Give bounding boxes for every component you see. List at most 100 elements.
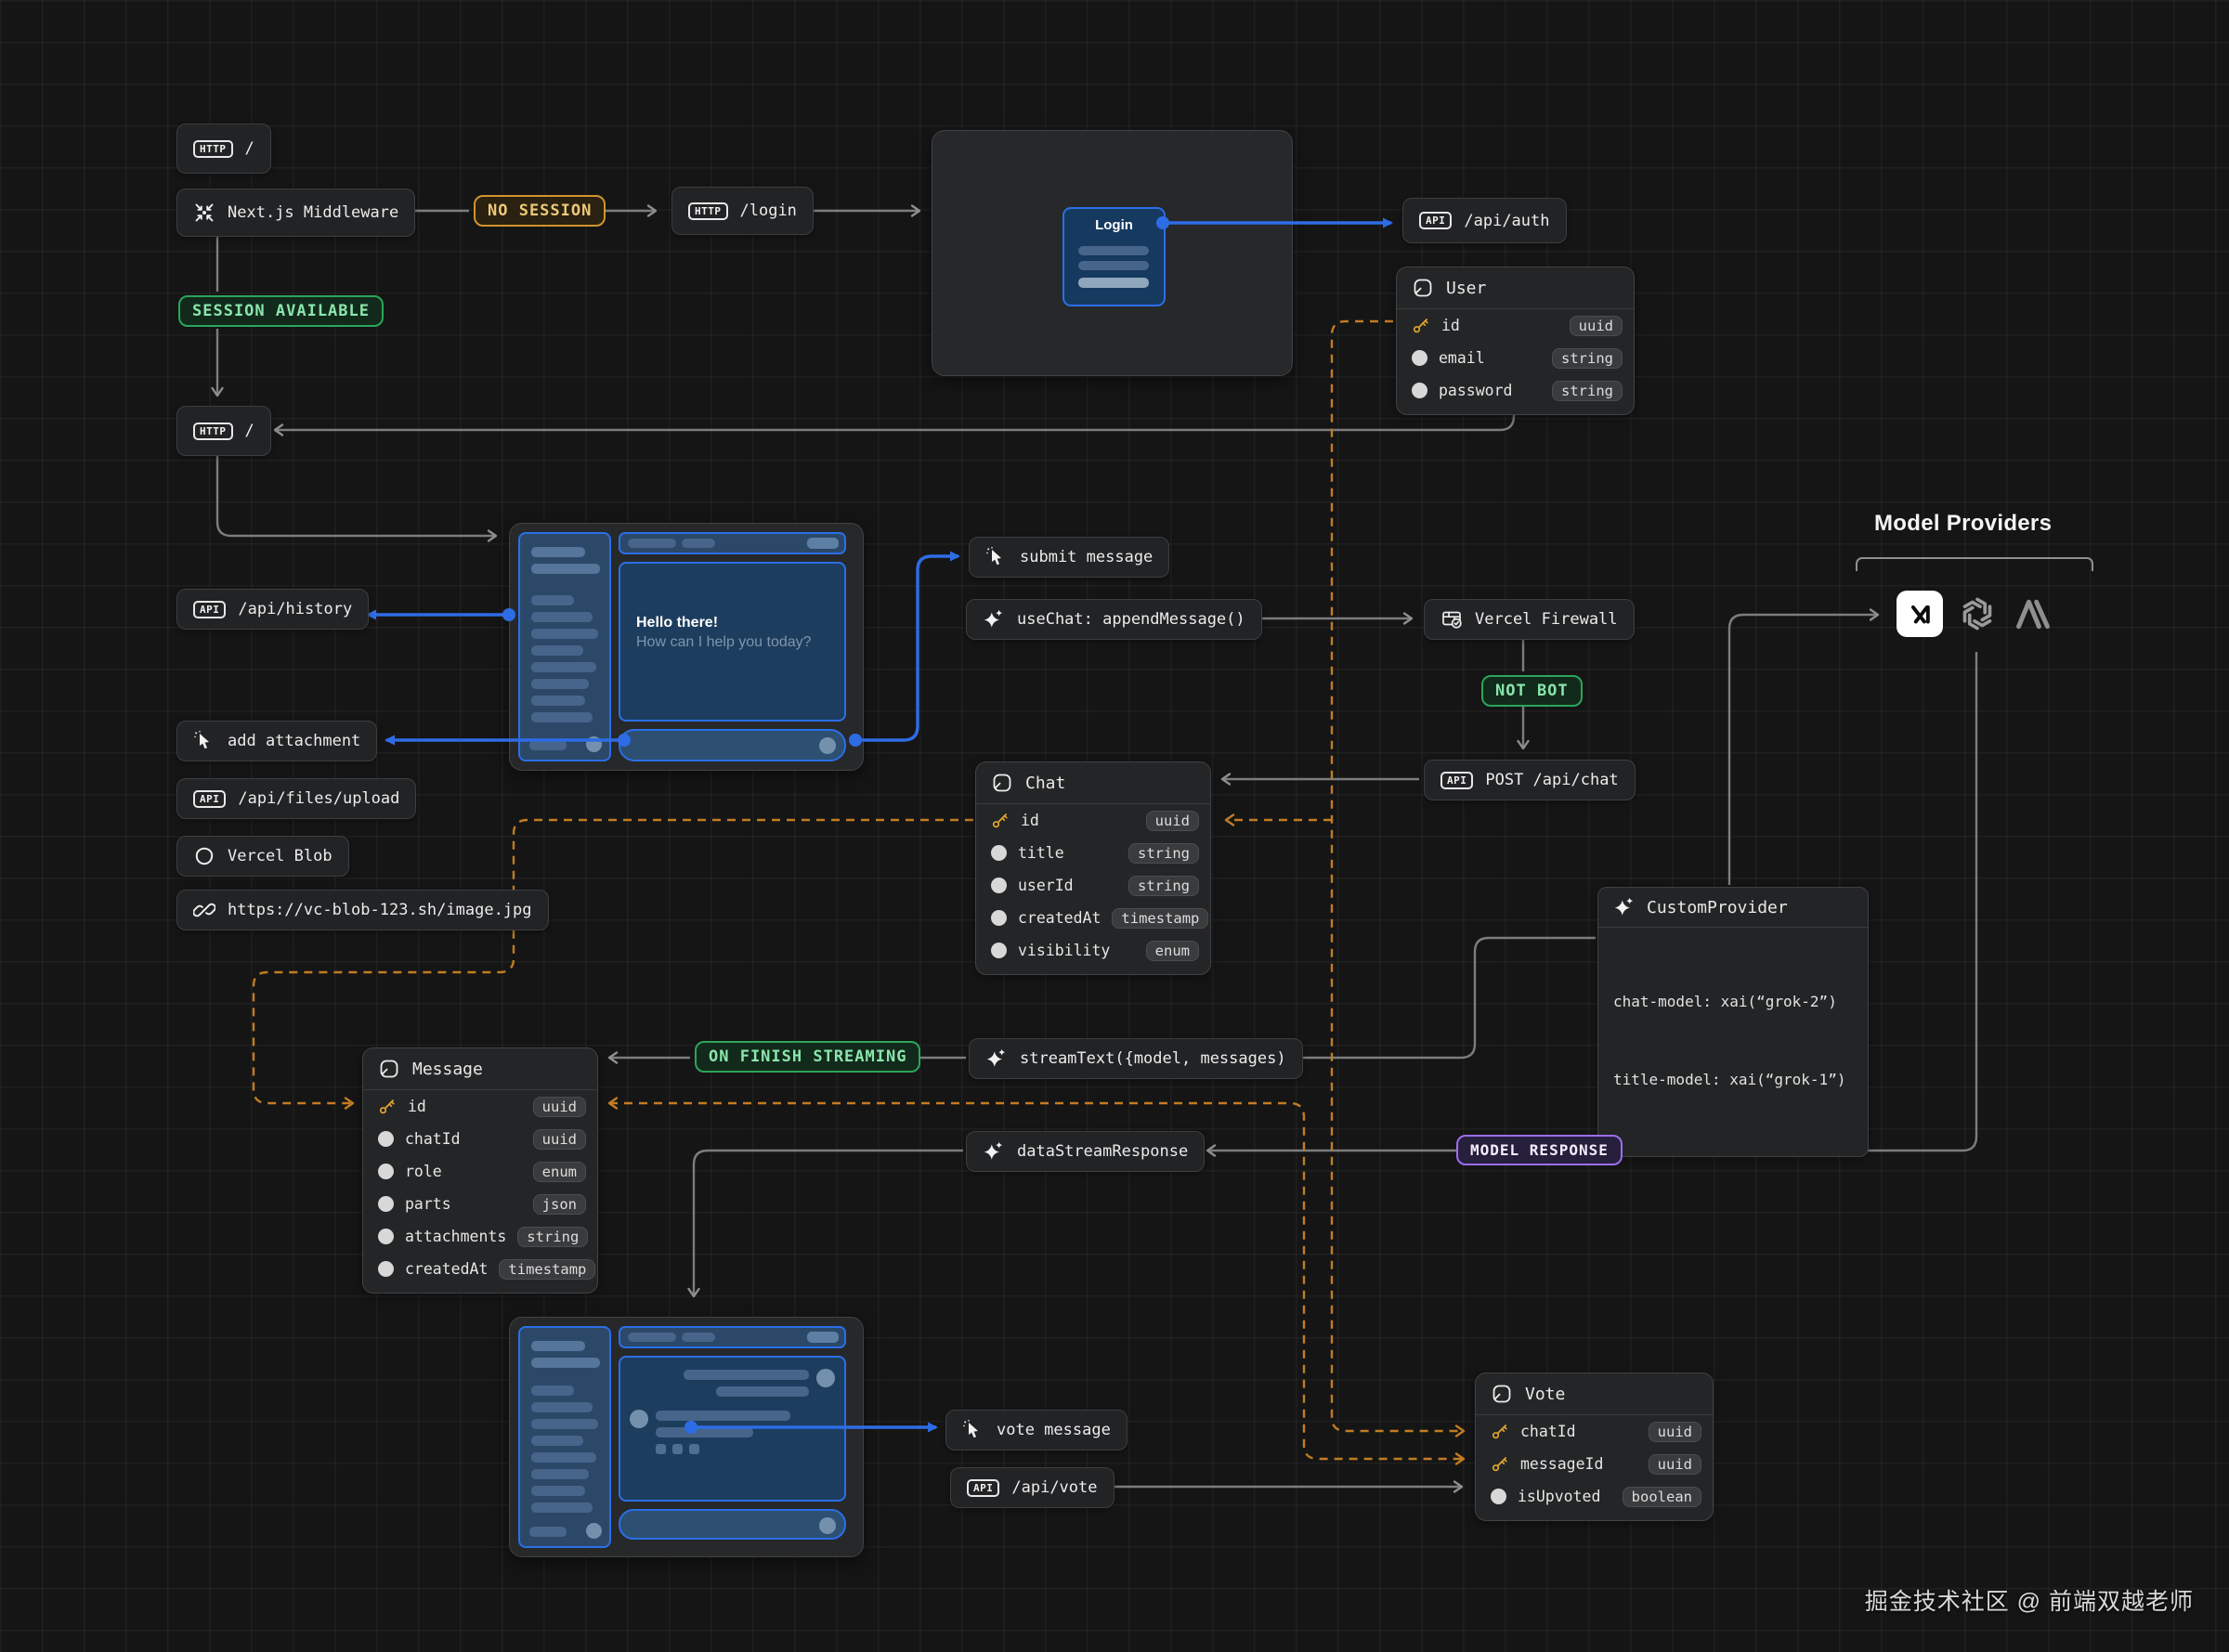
on-finish-streaming-badge: ON FINISH STREAMING <box>695 1041 920 1073</box>
key-icon <box>378 1098 397 1116</box>
table-icon <box>1491 1383 1513 1405</box>
message-action-icon <box>672 1444 683 1454</box>
api-history-node: API /api/history <box>176 589 369 630</box>
field-name: chatId <box>1520 1423 1637 1440</box>
field-name: id <box>408 1098 522 1115</box>
field-name: id <box>1441 317 1558 334</box>
openai-logo-icon <box>1954 591 2001 637</box>
field-name: isUpvoted <box>1518 1488 1611 1505</box>
table-row: email string <box>1397 342 1634 374</box>
vote-table: Vote chatId uuid messageId uuid isUpvote… <box>1475 1372 1714 1521</box>
not-bot-badge: NOT BOT <box>1481 675 1583 707</box>
vote-message-node: vote message <box>945 1410 1128 1450</box>
field-name: role <box>405 1163 522 1180</box>
field-name: chatId <box>405 1130 522 1148</box>
skeleton-bar <box>1078 246 1149 255</box>
field-name: id <box>1021 812 1135 829</box>
service-label: Vercel Blob <box>228 847 332 865</box>
url-label: https://vc-blob-123.sh/image.jpg <box>228 901 532 919</box>
route-label: /api/files/upload <box>238 789 399 808</box>
table-header: Chat <box>976 762 1210 804</box>
post-api-chat-node: API POST /api/chat <box>1424 760 1636 800</box>
login-preview-panel: Login <box>932 130 1293 376</box>
login-route-node: HTTP /login <box>671 187 814 235</box>
greeting-title: Hello there! <box>636 615 844 631</box>
chat-app-mockup-2 <box>509 1317 864 1557</box>
field-type: uuid <box>1649 1422 1701 1442</box>
chat-message-area: Hello there! How can I help you today? <box>619 562 846 722</box>
field-type: timestamp <box>499 1259 595 1280</box>
custom-provider-node: CustomProvider chat-model: xai(“grok-2”)… <box>1597 887 1869 1157</box>
sparkle-icon <box>1613 896 1636 918</box>
chat-input-mock <box>619 1509 846 1540</box>
table-row: parts json <box>363 1188 597 1220</box>
add-attachment-node: add attachment <box>176 721 377 761</box>
vercel-firewall-node: Vercel Firewall <box>1424 599 1635 640</box>
action-label: vote message <box>997 1421 1111 1439</box>
nextjs-middleware-node: Next.js Middleware <box>176 189 415 237</box>
column-icon <box>991 878 1007 893</box>
table-row: isUpvoted boolean <box>1476 1480 1713 1513</box>
field-name: createdAt <box>1018 909 1101 927</box>
usechat-append-node: useChat: appendMessage() <box>966 599 1262 640</box>
field-type: string <box>1552 381 1623 401</box>
http-root-top-node: HTTP / <box>176 124 271 174</box>
field-name: password <box>1439 382 1541 399</box>
avatar <box>586 736 602 752</box>
table-row: userId string <box>976 869 1210 902</box>
table-row: createdAt timestamp <box>976 902 1210 934</box>
field-type: enum <box>533 1162 586 1182</box>
stream-text-node: streamText({model, messages) <box>969 1038 1303 1079</box>
table-title: User <box>1446 279 1486 298</box>
api-badge: API <box>193 601 226 618</box>
route-label: /api/vote <box>1011 1478 1097 1497</box>
chat-header-mock <box>619 1326 846 1348</box>
provider-config-line: chat-model: xai(“grok-2”) <box>1613 989 1853 1015</box>
service-label: Vercel Firewall <box>1475 610 1618 629</box>
action-label: submit message <box>1020 548 1153 566</box>
chat-sidebar-mock <box>518 1326 611 1548</box>
field-name: attachments <box>405 1228 506 1245</box>
table-title: Message <box>412 1060 483 1079</box>
table-icon <box>378 1058 400 1080</box>
table-row: title string <box>976 837 1210 869</box>
key-icon <box>1491 1455 1509 1474</box>
field-type: json <box>533 1194 586 1215</box>
column-icon <box>378 1261 394 1277</box>
user-table: User id uuid email string password strin… <box>1396 267 1635 415</box>
field-type: uuid <box>533 1129 586 1150</box>
route-label: /api/auth <box>1464 212 1549 230</box>
table-icon <box>1412 277 1434 299</box>
field-name: userId <box>1018 877 1117 894</box>
column-icon <box>991 910 1007 926</box>
firewall-icon <box>1440 608 1463 631</box>
route-label: /api/history <box>238 600 352 618</box>
architecture-diagram: HTTP / Next.js Middleware NO SESSION HTT… <box>0 0 2229 1652</box>
column-icon <box>991 845 1007 861</box>
avatar <box>630 1410 648 1428</box>
table-row: role enum <box>363 1155 597 1188</box>
field-type: string <box>1128 876 1199 896</box>
session-available-badge: SESSION AVAILABLE <box>178 295 384 327</box>
http-badge: HTTP <box>193 140 233 158</box>
sparkle-icon <box>983 1140 1005 1163</box>
blob-icon <box>193 845 215 867</box>
field-name: title <box>1018 844 1117 862</box>
api-badge: API <box>967 1479 999 1497</box>
column-icon <box>378 1131 394 1147</box>
table-title: Vote <box>1525 1385 1565 1404</box>
action-label: add attachment <box>228 732 360 750</box>
table-row: chatId uuid <box>1476 1415 1713 1448</box>
message-action-icon <box>656 1444 666 1454</box>
chat-message-area <box>619 1356 846 1502</box>
field-type: string <box>1552 348 1623 369</box>
route-label: POST /api/chat <box>1485 771 1618 789</box>
anthropic-logo-icon <box>2010 591 2056 637</box>
watermark-text: 掘金技术社区 @ 前端双越老师 <box>1865 1583 2194 1617</box>
field-type: string <box>517 1227 588 1247</box>
table-title: Chat <box>1025 774 1065 793</box>
key-icon <box>1491 1423 1509 1441</box>
chat-table: Chat id uuid title string userId string … <box>975 761 1211 975</box>
api-badge: API <box>1440 772 1473 789</box>
http-badge: HTTP <box>688 202 728 220</box>
